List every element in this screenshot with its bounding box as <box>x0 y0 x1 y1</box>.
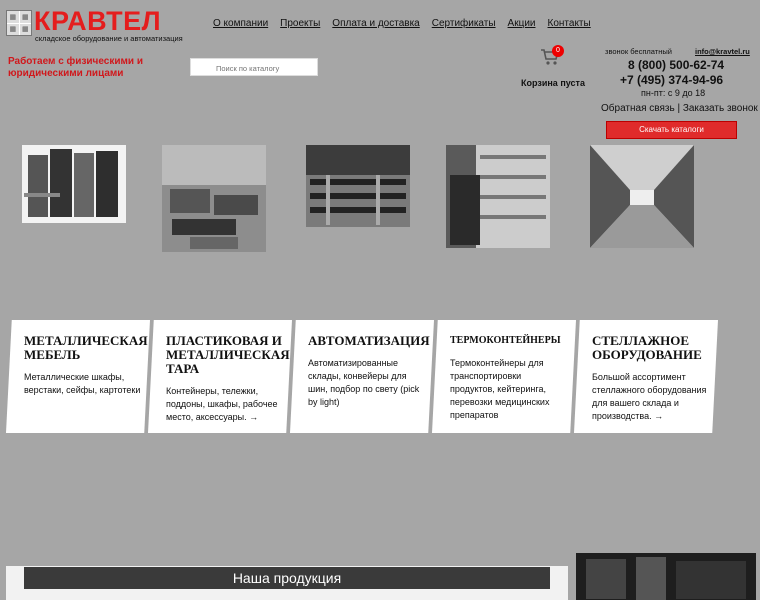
nav-item-promotions[interactable]: Акции <box>508 18 536 29</box>
logo[interactable]: ▦ ▦ ▦ ▦ КРАВТЕЛ складское оборудование и… <box>6 6 183 43</box>
category-card-shelving[interactable]: Стеллажное оборудование Большой ассортим… <box>574 320 718 433</box>
download-catalogs-button[interactable]: Скачать каталоги <box>606 121 737 139</box>
nav-item-contacts[interactable]: Контакты <box>548 18 591 29</box>
nav-item-about[interactable]: О компании <box>213 18 268 29</box>
category-card-metal-furniture[interactable]: Металлическая мебель Металлические шкафы… <box>6 320 150 433</box>
photo-automation[interactable] <box>306 145 410 227</box>
card-text: Металлические шкафы, верстаки, сейфы, ка… <box>24 372 141 395</box>
category-card-containers[interactable]: Пластиковая и металлическая тара Контейн… <box>148 320 292 433</box>
clients-tagline: Работаем с физическими и юридическими ли… <box>8 56 143 79</box>
photo-metal-furniture[interactable] <box>22 145 126 223</box>
card-text: Термоконтейнеры для транспортировки прод… <box>450 358 550 420</box>
photo-thermo-containers[interactable] <box>446 145 550 248</box>
cart-status[interactable]: Корзина пуста <box>521 78 585 88</box>
nav-item-projects[interactable]: Проекты <box>280 18 320 29</box>
logo-mark-piece: ▦ <box>7 11 19 23</box>
nav-item-certificates[interactable]: Сертификаты <box>432 18 496 29</box>
callback-links[interactable]: Обратная связь | Заказать звонок <box>601 103 758 114</box>
search-input[interactable] <box>190 58 318 76</box>
products-heading: Наша продукция <box>24 567 550 589</box>
free-call-label: звонок бесплатный <box>605 47 672 56</box>
logo-mark-piece: ▦ <box>19 11 31 23</box>
phone-free[interactable]: 8 (800) 500-62-74 <box>628 58 724 72</box>
photo-plastic-containers[interactable] <box>162 145 266 252</box>
working-hours: пн-пт: с 9 до 18 <box>641 88 706 98</box>
card-title: Автоматизация <box>308 333 430 348</box>
card-title: Термоконтейнеры <box>450 335 561 346</box>
cart-count-badge: 0 <box>552 45 564 57</box>
card-text: Контейнеры, тележки, поддоны, шкафы, раб… <box>166 386 278 422</box>
warehouse-photo <box>576 553 756 600</box>
card-title: Пластиковая и металлическая тара <box>166 333 290 376</box>
email-link[interactable]: info@kravtel.ru <box>695 47 750 56</box>
logo-mark-piece: ▦ <box>19 23 31 35</box>
nav-item-payment-delivery[interactable]: Оплата и доставка <box>332 18 419 29</box>
logo-puzzle-icon: ▦ ▦ ▦ ▦ <box>6 10 32 36</box>
logo-tagline: складское оборудование и автоматизация <box>35 34 183 43</box>
card-text: Большой ассортимент стеллажного оборудов… <box>592 372 707 421</box>
category-card-automation[interactable]: Автоматизация Автоматизированные склады,… <box>290 320 434 433</box>
category-card-thermo[interactable]: Термоконтейнеры Термоконтейнеры для тран… <box>432 320 576 433</box>
card-text: Автоматизированные склады, конвейеры для… <box>308 358 420 407</box>
card-title: Стеллажное оборудование <box>592 333 702 362</box>
logo-wordmark: КРАВТЕЛ <box>34 6 162 36</box>
phone-moscow[interactable]: +7 (495) 374-94-96 <box>620 73 723 87</box>
card-title: Металлическая мебель <box>24 333 148 362</box>
photo-storage-shelving[interactable] <box>590 145 694 248</box>
logo-mark-piece: ▦ <box>7 23 19 35</box>
main-nav: О компании Проекты Оплата и доставка Сер… <box>213 18 591 29</box>
